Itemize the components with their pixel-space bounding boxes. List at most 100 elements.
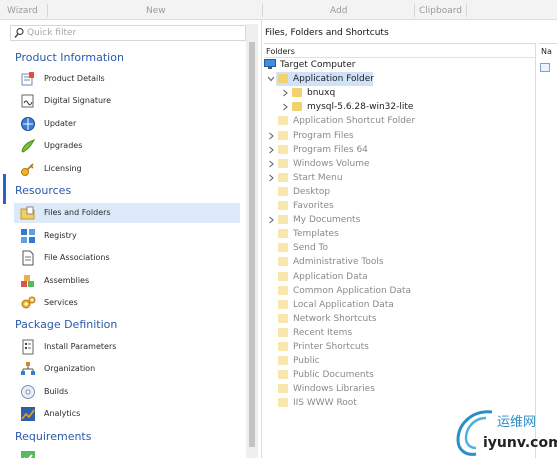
folder-icon — [278, 398, 288, 408]
scrollbar-thumb[interactable] — [249, 42, 255, 447]
tree-node-label: bnuxq — [307, 88, 336, 99]
nav-item-licensing[interactable]: Licensing — [14, 159, 240, 179]
nav-item-product-details[interactable]: Product Details — [14, 69, 240, 89]
tree-node-folder[interactable]: Start Menu — [267, 171, 535, 185]
section-package-definition[interactable]: Package Definition — [15, 318, 117, 331]
chevron-right-icon[interactable] — [267, 132, 275, 140]
folders-column-header[interactable]: Folders — [264, 44, 535, 58]
chevron-right-icon[interactable] — [267, 216, 275, 224]
folders-tree-pane: Folders Target Computer Application Folde… — [264, 43, 536, 458]
navigation-scrollbar[interactable] — [246, 24, 258, 458]
ribbon-group-wizard[interactable]: Wizard — [7, 6, 38, 16]
tree-node-folder[interactable]: Printer Shortcuts — [267, 340, 535, 354]
organization-icon — [21, 362, 35, 375]
nav-item-upgrades[interactable]: Upgrades — [14, 136, 240, 156]
tree-node-folder[interactable]: Application Folder — [267, 72, 535, 87]
installer-window: Wizard New Add Clipboard Product Informa… — [0, 0, 557, 458]
tree-node-folder[interactable]: mysql-5.6.28-win32-lite — [281, 100, 535, 114]
tree-node-folder[interactable]: My Documents — [267, 213, 535, 227]
quick-filter-box[interactable] — [10, 25, 246, 41]
chevron-down-icon[interactable] — [267, 75, 275, 83]
chevron-right-icon[interactable] — [267, 146, 275, 154]
nav-item-label: Updater — [44, 119, 77, 128]
ribbon-group-add[interactable]: Add — [330, 6, 347, 16]
chevron-right-icon[interactable] — [281, 103, 289, 111]
tree-node-label: Target Computer — [280, 60, 356, 70]
name-column-header[interactable]: Na — [541, 47, 552, 56]
nav-item-requirements-partial[interactable] — [14, 448, 240, 458]
nav-item-registry[interactable]: Registry — [14, 226, 240, 246]
tree-node-folder[interactable]: Windows Libraries — [267, 382, 535, 396]
tree-node-folder[interactable]: Network Shortcuts — [267, 312, 535, 326]
nav-item-files-and-folders[interactable]: Files and Folders — [14, 203, 240, 223]
tree-node-folder[interactable]: bnuxq — [281, 86, 535, 100]
section-product-information[interactable]: Product Information — [15, 51, 124, 64]
tree-node-folder[interactable]: Program Files 64 — [267, 143, 535, 157]
nav-item-label: File Associations — [44, 253, 110, 262]
tree-node-folder[interactable]: Local Application Data — [267, 298, 535, 312]
ribbon-group-clipboard[interactable]: Clipboard — [419, 6, 462, 16]
ribbon-group-new[interactable]: New — [146, 6, 166, 16]
tree-node-folder[interactable]: Send To — [267, 241, 535, 255]
nav-item-label: Files and Folders — [44, 208, 111, 217]
folders-header-label: Folders — [266, 47, 295, 56]
tree-node-folder[interactable]: Administrative Tools — [267, 255, 535, 269]
chevron-right-icon[interactable] — [267, 160, 275, 168]
tree-node-folder[interactable]: Program Files — [267, 129, 535, 143]
tree-node-folder[interactable]: Application Shortcut Folder — [267, 114, 535, 128]
chevron-right-icon[interactable] — [267, 174, 275, 182]
active-section-indicator — [3, 174, 6, 204]
tree-node-folder[interactable]: Windows Volume — [267, 157, 535, 171]
folder-icon — [292, 88, 302, 98]
licensing-icon — [21, 163, 34, 176]
tree-node-label: Application Shortcut Folder — [293, 116, 416, 127]
section-resources[interactable]: Resources — [15, 184, 71, 197]
nav-item-analytics[interactable]: Analytics — [14, 404, 240, 424]
tree-node-label: mysql-5.6.28-win32-lite — [307, 102, 414, 113]
tree-node-label: Common Application Data — [293, 285, 412, 296]
nav-item-assemblies[interactable]: Assemblies — [14, 271, 240, 291]
folder-icon — [278, 172, 288, 182]
nav-item-file-associations[interactable]: File Associations — [14, 248, 240, 268]
tree-node-folder[interactable]: Favorites — [267, 199, 535, 213]
files-folders-panel: Files, Folders and Shortcuts Folders Tar… — [263, 20, 557, 458]
analytics-icon — [21, 407, 35, 421]
tree-node-folder[interactable]: Application Data — [267, 270, 535, 284]
tree-node-target-computer[interactable]: Target Computer — [264, 58, 535, 72]
ribbon-divider — [262, 4, 263, 17]
tree-node-folder[interactable]: Recent Items — [267, 326, 535, 340]
quick-filter-input[interactable] — [27, 27, 237, 39]
tree-node-folder[interactable]: Public Documents — [267, 368, 535, 382]
tree-node-label: Printer Shortcuts — [293, 342, 369, 352]
section-requirements[interactable]: Requirements — [15, 430, 91, 443]
registry-icon — [21, 229, 35, 243]
computer-icon — [264, 59, 276, 69]
tree-node-label: Public Documents — [293, 370, 374, 381]
nav-item-builds[interactable]: Builds — [14, 382, 240, 402]
folder-icon — [278, 299, 288, 309]
tree-node-folder[interactable]: Templates — [267, 227, 535, 241]
folder-icon — [278, 327, 288, 337]
tree-node-label: Templates — [293, 229, 339, 240]
nav-item-label: Digital Signature — [44, 96, 112, 105]
folder-icon — [278, 215, 288, 225]
folder-icon — [278, 229, 288, 239]
tree-node-label: Program Files — [293, 130, 354, 141]
tree-node-label: Public — [293, 356, 320, 367]
tree-node-label: IIS WWW Root — [293, 398, 357, 409]
folder-icon — [278, 116, 288, 126]
tree-node-label: Recent Items — [293, 327, 353, 338]
nav-item-updater[interactable]: Updater — [14, 114, 240, 134]
nav-item-organization[interactable]: Organization — [14, 359, 240, 379]
tree-node-folder[interactable]: Common Application Data — [267, 284, 535, 298]
nav-item-digital-signature[interactable]: Digital Signature — [14, 91, 240, 111]
chevron-right-icon[interactable] — [281, 89, 289, 97]
nav-item-install-parameters[interactable]: Install Parameters — [14, 337, 240, 357]
folder-icon — [278, 243, 288, 253]
tree-node-folder[interactable]: Desktop — [267, 185, 535, 199]
nav-item-services[interactable]: Services — [14, 293, 240, 313]
tree-node-label: Send To — [293, 243, 329, 254]
folder-icon — [278, 74, 288, 84]
tree-node-folder[interactable]: Public — [267, 354, 535, 368]
file-list-item-icon[interactable] — [540, 63, 550, 72]
